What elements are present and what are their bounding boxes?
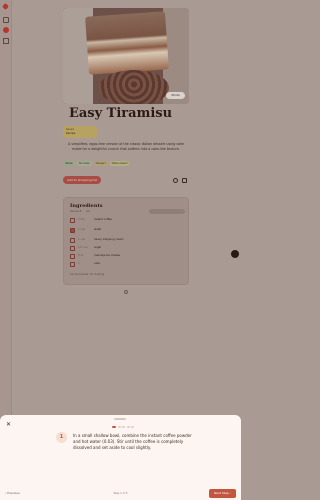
progress-dot[interactable] (122, 426, 125, 428)
photo-button[interactable]: Photo (166, 92, 185, 99)
tag[interactable]: Make ahead (109, 161, 130, 166)
ingredient-row[interactable]: 1 cup heavy whipping cream (70, 238, 180, 244)
section-divider-icon (124, 290, 128, 294)
sheet-drag-handle[interactable] (114, 418, 126, 420)
step-number-badge: 1 (56, 432, 67, 443)
ingredient-row[interactable]: 1 cup water (70, 228, 180, 234)
ingredient-checkbox[interactable] (70, 218, 75, 223)
ingredient-checkbox[interactable] (70, 262, 75, 267)
book-icon[interactable] (3, 38, 9, 44)
servings: Serves 8 (70, 210, 82, 213)
grid-icon[interactable] (3, 17, 9, 23)
step-progress-dots (112, 426, 134, 428)
servings-stepper[interactable] (149, 209, 185, 214)
next-step-button[interactable]: Next Step › (209, 489, 236, 498)
ingredient-checkbox[interactable] (70, 254, 75, 259)
ingredient-checkbox[interactable] (70, 228, 75, 233)
unit-toggle[interactable]: US (86, 210, 90, 213)
close-icon[interactable]: ✕ (5, 421, 12, 428)
avatar[interactable] (3, 27, 9, 33)
ingredients-note: Cocoa powder, for dusting (70, 273, 105, 276)
ingredient-row[interactable]: 1/2 cup sugar (70, 246, 180, 252)
recipe-photo: Photo (63, 8, 189, 104)
saved-by: Recipe (66, 131, 76, 135)
progress-dot[interactable] (112, 426, 116, 428)
share-icon[interactable] (182, 178, 187, 183)
ingredients-card: Ingredients Serves 8 US 2 tsp instant co… (63, 197, 189, 285)
step-counter: Step 1 of 5 (113, 492, 128, 495)
tag[interactable]: Dessert (93, 161, 108, 166)
ingredient-row[interactable]: 8 oz mascarpone cheese (70, 254, 180, 260)
tag-list: Italian No bake Dessert Make ahead (63, 161, 130, 166)
ingredient-row[interactable]: 1 cake (70, 262, 180, 268)
saved-badge[interactable]: Saved Recipe (63, 126, 97, 138)
step-bottom-sheet: ✕ 1 In a small shallow bowl, combine the… (0, 415, 241, 500)
floating-action-button[interactable] (231, 250, 239, 258)
step-instruction-text: In a small shallow bowl, combine the ins… (73, 433, 192, 451)
progress-dot[interactable] (117, 426, 121, 428)
tag[interactable]: Italian (63, 161, 76, 166)
step-footer: ‹ Previous Step 1 of 5 Next Step › (0, 487, 241, 500)
ingredient-row[interactable]: 2 tsp instant coffee (70, 218, 180, 224)
timer-icon[interactable] (173, 178, 178, 183)
tag[interactable]: No bake (77, 161, 92, 166)
progress-dot[interactable] (126, 426, 130, 428)
progress-dot[interactable] (131, 426, 134, 428)
add-to-shopping-list-button[interactable]: Add to shopping list (63, 176, 101, 184)
ingredients-heading: Ingredients (70, 203, 103, 209)
logo-icon[interactable] (1, 2, 10, 11)
ingredient-checkbox[interactable] (70, 246, 75, 251)
recipe-title: Easy Tiramisu (68, 106, 173, 121)
ingredient-checkbox[interactable] (70, 238, 75, 243)
recipe-description: A simplified, eggs-free version of the c… (68, 142, 184, 151)
